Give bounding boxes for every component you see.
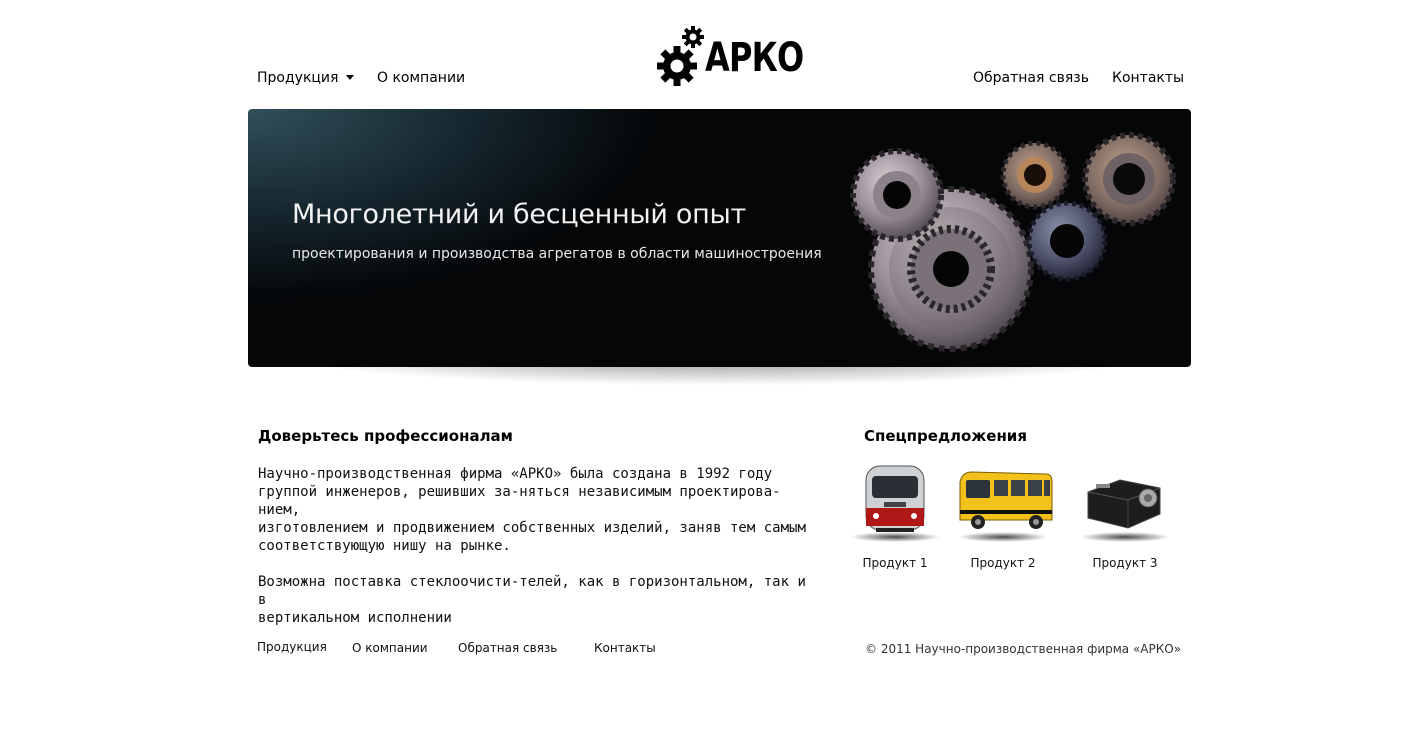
nav-about[interactable]: О компании (377, 70, 465, 86)
about-paragraph-2: Возможна поставка стеклоочисти-телей, ка… (258, 573, 818, 627)
bus-icon (959, 471, 1053, 529)
product-label: Продукт 3 (1092, 556, 1158, 570)
device-icon (1087, 479, 1161, 529)
product-card-2[interactable]: Продукт 2 (948, 462, 1058, 570)
product-shadow (1080, 532, 1170, 542)
nav-products[interactable]: Продукция (257, 70, 355, 86)
product-shadow (850, 532, 940, 542)
copyright: © 2011 Научно-производственная фирма «АР… (865, 642, 1182, 656)
train-icon (865, 465, 925, 532)
gear-logo-icon (657, 26, 704, 86)
about-text: Научно-производственная фирма «АРКО» был… (258, 465, 818, 627)
product-label: Продукт 2 (970, 556, 1036, 570)
nav-feedback[interactable]: Обратная связь (973, 70, 1089, 86)
logo-text: АРКО (705, 35, 804, 81)
text-line: вертикальном исполнении (258, 610, 452, 626)
product-card-1[interactable]: Продукт 1 (840, 462, 950, 570)
footer-link-contacts[interactable]: Контакты (594, 641, 656, 655)
product-label: Продукт 1 (862, 556, 928, 570)
product-card-3[interactable]: Продукт 3 (1070, 462, 1180, 570)
footer-link-feedback[interactable]: Обратная связь (458, 641, 557, 655)
hero-banner: Многолетний и бесценный опыт проектирова… (248, 109, 1191, 367)
footer-link-products[interactable]: Продукция (257, 640, 327, 654)
text-line: группой инженеров, решивших за-няться не… (258, 484, 781, 518)
text-line: соответствующую нишу на рынке. (258, 538, 511, 554)
text-line: изготовлением и продвижением собственных… (258, 520, 806, 536)
text-line: Возможна поставка стеклоочисти-телей, ка… (258, 574, 806, 608)
text-line: Научно-производственная фирма «АРКО» был… (258, 466, 773, 482)
nav-products-label: Продукция (257, 70, 339, 86)
product-shadow (958, 532, 1048, 542)
chevron-down-icon (346, 75, 355, 80)
banner-title: Многолетний и бесценный опыт (292, 199, 746, 230)
logo[interactable]: АРКО (657, 24, 804, 88)
footer-link-about[interactable]: О компании (352, 641, 428, 655)
about-paragraph-1: Научно-производственная фирма «АРКО» был… (258, 465, 818, 555)
nav-contacts[interactable]: Контакты (1112, 70, 1184, 86)
gears-illustration (850, 132, 1176, 352)
about-heading: Доверьтесь профессионалам (258, 427, 513, 445)
banner-subtitle: проектирования и производства агрегатов … (292, 246, 822, 262)
offers-heading: Спецпредложения (864, 427, 1027, 445)
